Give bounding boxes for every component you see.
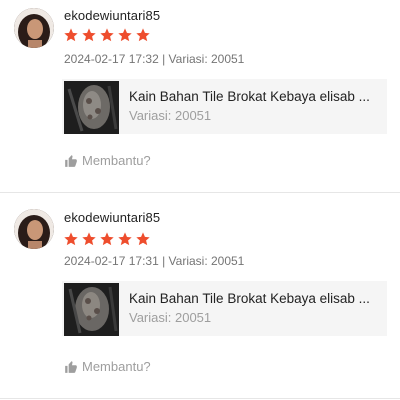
star-icon: [118, 232, 132, 246]
star-icon: [136, 232, 150, 246]
review-item: ekodewiuntari85 2024-02-17 17:32 | Varia…: [0, 0, 400, 193]
star-icon: [136, 28, 150, 42]
avatar-image: [14, 8, 54, 48]
helpful-button[interactable]: Membantu?: [64, 359, 151, 374]
thumbs-up-icon: [65, 360, 77, 373]
divider: [0, 398, 400, 399]
helpful-label: Membantu?: [82, 153, 151, 168]
star-icon: [100, 28, 114, 42]
avatar[interactable]: [14, 8, 54, 48]
product-title: Kain Bahan Tile Brokat Kebaya elisab ...: [129, 89, 370, 104]
star-icon: [64, 28, 78, 42]
star-icon: [100, 232, 114, 246]
star-icon: [82, 232, 96, 246]
rating-stars: [63, 231, 151, 247]
review-item: ekodewiuntari85 2024-02-17 17:31 | Varia…: [0, 193, 400, 400]
product-thumbnail: [64, 283, 119, 336]
thumbs-up-icon: [65, 154, 77, 167]
product-image: [64, 81, 119, 134]
star-icon: [82, 28, 96, 42]
helpful-label: Membantu?: [82, 359, 151, 374]
rating-stars: [63, 27, 151, 43]
username[interactable]: ekodewiuntari85: [64, 8, 160, 23]
review-meta: 2024-02-17 17:32 | Variasi: 20051: [64, 52, 245, 66]
avatar-image: [14, 209, 54, 249]
username[interactable]: ekodewiuntari85: [64, 210, 160, 225]
star-icon: [118, 28, 132, 42]
product-image: [64, 283, 119, 336]
helpful-button[interactable]: Membantu?: [64, 153, 151, 168]
product-thumbnail: [64, 81, 119, 134]
product-card[interactable]: Kain Bahan Tile Brokat Kebaya elisab ...…: [62, 281, 387, 336]
product-title: Kain Bahan Tile Brokat Kebaya elisab ...: [129, 291, 370, 306]
product-variant: Variasi: 20051: [129, 108, 212, 123]
review-meta: 2024-02-17 17:31 | Variasi: 20051: [64, 254, 245, 268]
product-variant: Variasi: 20051: [129, 310, 212, 325]
avatar[interactable]: [14, 209, 54, 249]
product-card[interactable]: Kain Bahan Tile Brokat Kebaya elisab ...…: [62, 79, 387, 134]
star-icon: [64, 232, 78, 246]
